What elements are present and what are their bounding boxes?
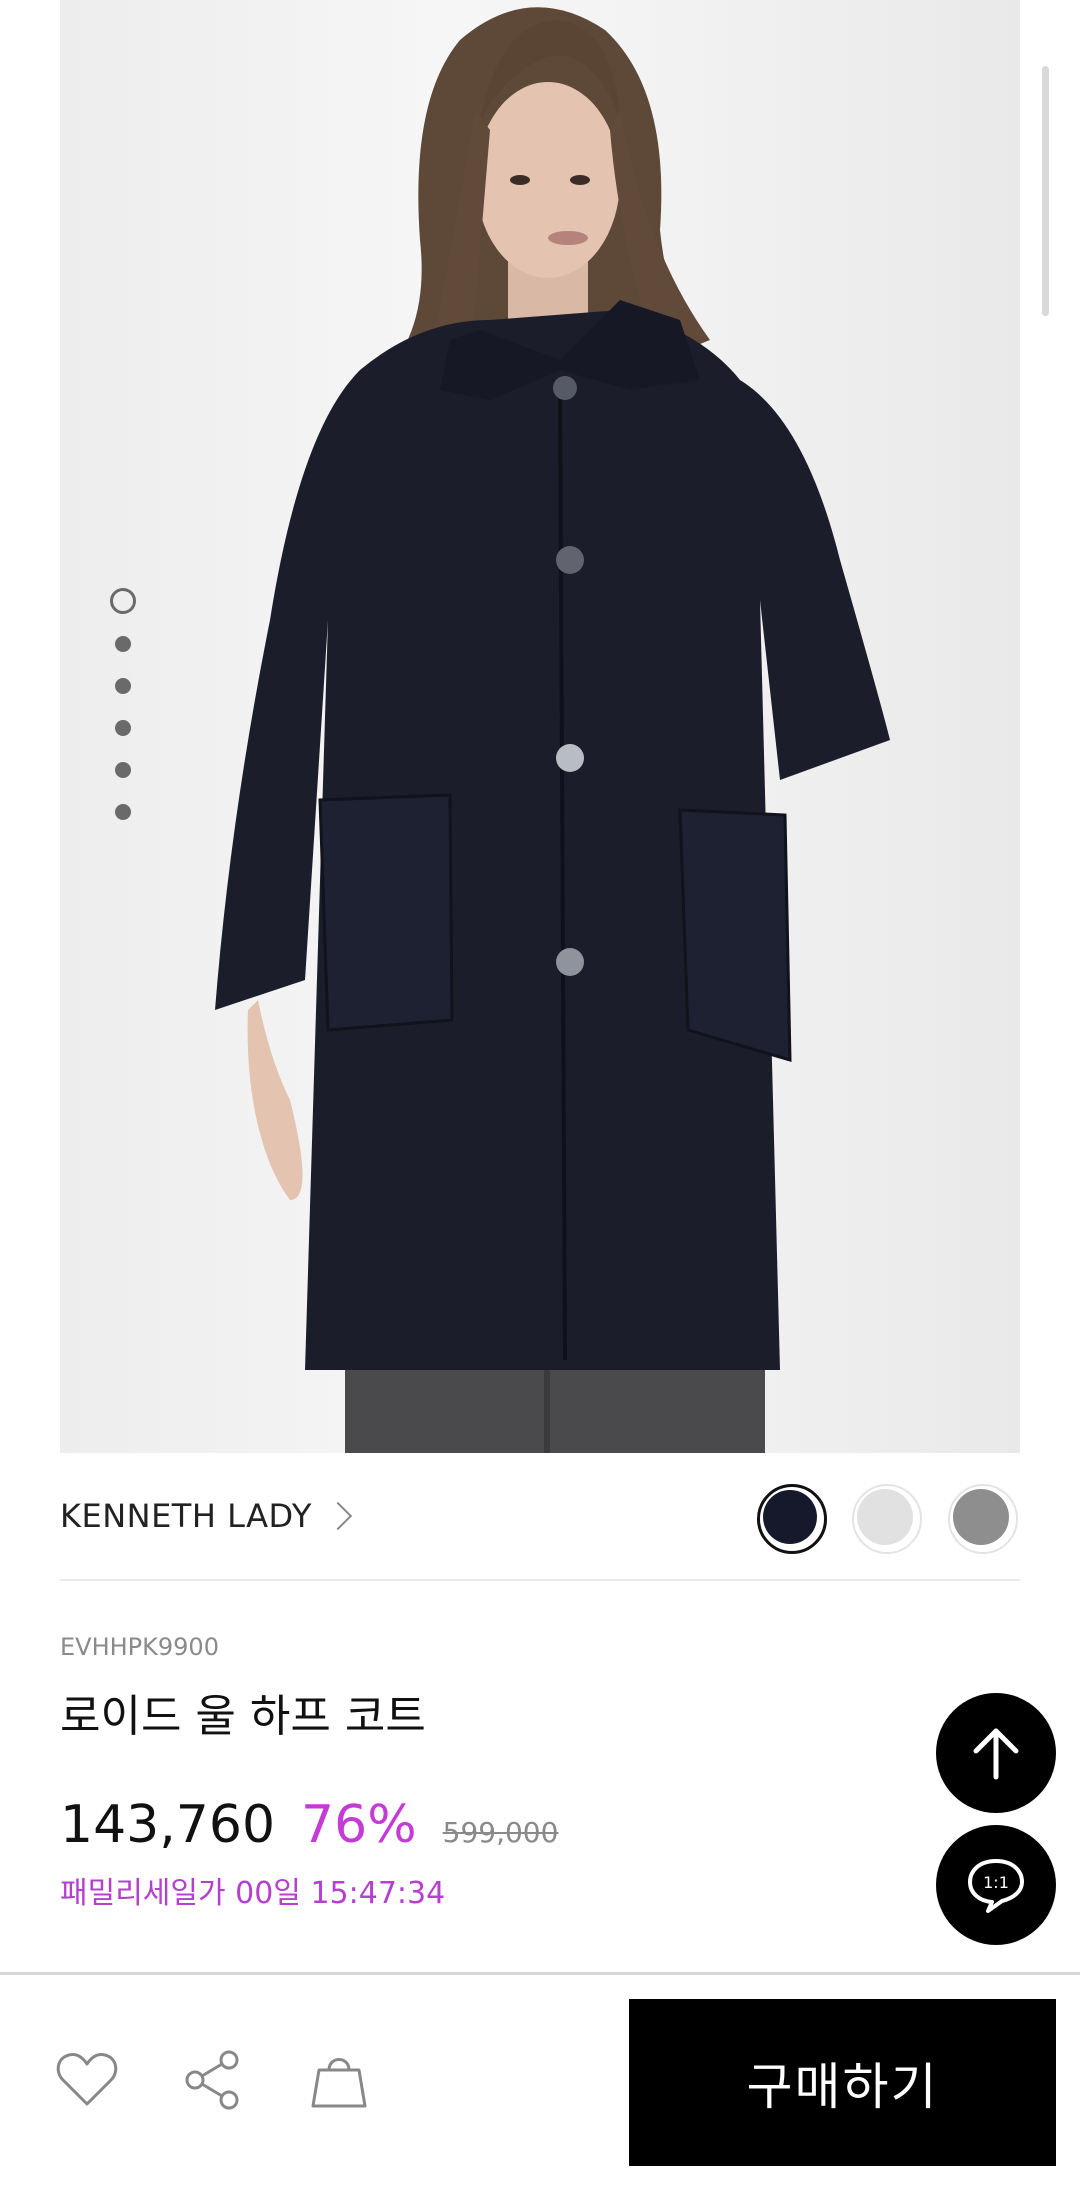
shopping-bag-icon bbox=[311, 2058, 367, 2108]
sale-price: 143,760 bbox=[60, 1795, 276, 1855]
bottom-action-bar: 구매하기 bbox=[0, 1972, 1080, 2195]
heart-icon bbox=[56, 2053, 118, 2106]
arrow-up-icon bbox=[973, 1728, 1019, 1780]
brand-name: KENNETH LADY bbox=[60, 1497, 312, 1535]
family-sale-timer: 패밀리세일가 00일 15:47:34 bbox=[60, 1876, 446, 1911]
coat-model-illustration bbox=[215, 7, 890, 1453]
chat-bubble-icon: 1:1 bbox=[968, 1859, 1024, 1913]
chevron-right-icon bbox=[323, 1501, 353, 1531]
color-swatch-light-gray[interactable] bbox=[852, 1484, 922, 1554]
color-swatch-navy[interactable] bbox=[757, 1484, 827, 1554]
brand-link[interactable]: KENNETH LADY bbox=[60, 1497, 353, 1535]
product-code: EVHHPK9900 bbox=[60, 1633, 219, 1661]
scrollbar[interactable] bbox=[1042, 66, 1049, 316]
share-button[interactable] bbox=[178, 2045, 248, 2115]
product-title: 로이드 울 하프 코트 bbox=[60, 1691, 426, 1742]
svg-text:1:1: 1:1 bbox=[983, 1873, 1009, 1892]
share-icon bbox=[185, 2050, 239, 2110]
scroll-top-button[interactable] bbox=[936, 1693, 1056, 1813]
gallery-dot[interactable] bbox=[115, 678, 131, 694]
product-image[interactable] bbox=[60, 0, 1020, 1453]
wishlist-button[interactable] bbox=[52, 2045, 122, 2115]
gallery-dot[interactable] bbox=[115, 720, 131, 736]
gallery-dot[interactable] bbox=[115, 762, 131, 778]
gallery-dot-active[interactable] bbox=[110, 588, 136, 614]
gallery-dot[interactable] bbox=[115, 804, 131, 820]
gallery-pagination bbox=[108, 588, 138, 820]
chat-button[interactable]: 1:1 bbox=[936, 1825, 1056, 1945]
buy-button[interactable]: 구매하기 bbox=[629, 1999, 1056, 2166]
gallery-dot[interactable] bbox=[115, 636, 131, 652]
cart-button[interactable] bbox=[304, 2045, 374, 2115]
original-price: 599,000 bbox=[442, 1816, 559, 1849]
brand-row: KENNETH LADY bbox=[60, 1453, 1020, 1581]
color-swatch-gray[interactable] bbox=[948, 1484, 1018, 1554]
discount-rate: 76% bbox=[301, 1795, 417, 1855]
price-row: 143,760 76% 599,000 bbox=[60, 1795, 558, 1855]
